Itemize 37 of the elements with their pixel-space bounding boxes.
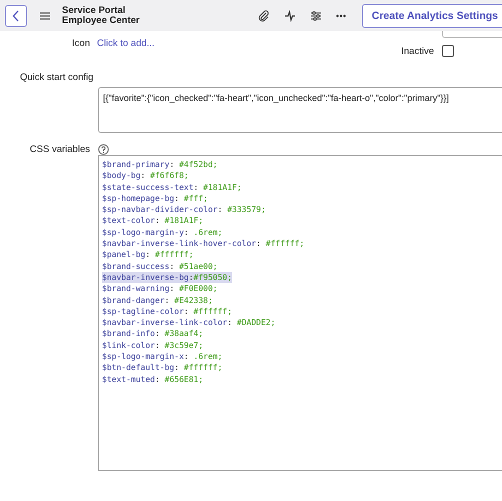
create-analytics-settings-button[interactable]: Create Analytics Settings (362, 4, 502, 28)
code-line: $sp-logo-margin-y: .6rem; (102, 226, 222, 238)
record-title: Service Portal (62, 6, 126, 16)
code-line: $sp-navbar-divider-color: #333579; (102, 204, 266, 216)
inactive-label: Inactive (401, 46, 434, 56)
back-button[interactable] (5, 4, 27, 26)
code-line: $brand-warning: #F0E000; (102, 283, 218, 295)
code-line: $body-bg: #f6f6f8; (102, 170, 189, 182)
more-icon[interactable] (336, 14, 346, 18)
sliders-icon[interactable] (310, 10, 322, 22)
code-line: $panel-bg: #ffffff; (102, 249, 194, 261)
code-line: $brand-success: #51ae00; (102, 260, 218, 272)
quick-start-config-field[interactable]: [{"favorite":{"icon_checked":"fa-heart","icon_unchecked":"fa-heart-o","color":"primary"}}] (98, 87, 502, 133)
code-line: $text-color: #181A1F; (102, 215, 204, 227)
code-line: $navbar-inverse-link-color: #DADDE2; (102, 317, 276, 328)
record-title: Employee Center (62, 16, 140, 26)
code-line: $btn-default-bg: #ffffff; (102, 362, 222, 374)
click-to-add-link[interactable]: Click to add... (97, 38, 155, 49)
menu-icon[interactable] (40, 12, 50, 20)
code-line: $navbar-inverse-link-hover-color: #ffffff; (102, 238, 304, 250)
pulse-icon[interactable] (284, 10, 296, 22)
code-line: $brand-info: #38aaf4; (102, 328, 204, 340)
quick-start-config-label: Quick start config (20, 72, 94, 83)
code-line: $brand-primary: #4f52bd; (102, 159, 218, 170)
code-line: $brand-danger: #E42338; (102, 294, 213, 306)
code-line: $sp-homepage-bg: #fff; (102, 192, 208, 204)
code-line: $sp-tagline-color: #ffffff; (102, 306, 232, 318)
help-icon[interactable] (98, 144, 109, 155)
code-line: $link-color: #3c59e7; (102, 340, 204, 352)
icon-label: Icon (71, 38, 90, 49)
css-variables-label: CSS variables (28, 144, 90, 155)
code-line: $sp-logo-margin-x: .6rem; (102, 351, 222, 362)
paperclip-icon[interactable] (258, 10, 270, 22)
theme-field[interactable] (442, 31, 502, 38)
code-line: $text-muted: #656E81; (102, 374, 204, 385)
code-line: $state-success-text: #181A1F; (102, 182, 242, 193)
chevron-left-icon (12, 10, 20, 22)
